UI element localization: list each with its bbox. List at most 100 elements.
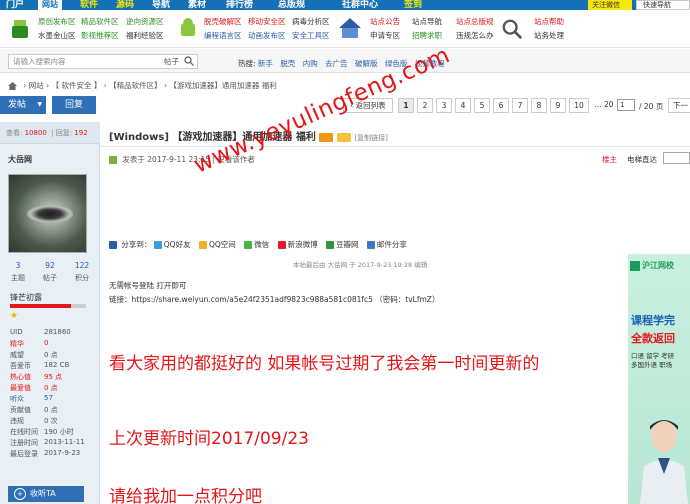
- nav-guide[interactable]: 导航: [152, 0, 170, 10]
- avatar-image: [27, 205, 73, 223]
- link-jinshan[interactable]: 水墨金山区: [38, 30, 76, 41]
- new-post-button[interactable]: 发帖 ▼: [0, 96, 46, 114]
- hot-word[interactable]: 破解版: [355, 59, 378, 68]
- link-apply[interactable]: 申请专区: [370, 30, 400, 41]
- page-link[interactable]: 7: [512, 98, 528, 113]
- house-icon: [339, 18, 361, 38]
- hot-word[interactable]: 内购: [303, 59, 318, 68]
- logo-icon: [630, 260, 640, 271]
- nav-checkin[interactable]: 签到: [404, 0, 422, 10]
- qzone-icon: [198, 241, 207, 249]
- stat-threads[interactable]: 3 主题: [2, 261, 34, 283]
- attachment-icon: [319, 132, 334, 142]
- follow-button[interactable]: + 收听TA: [8, 486, 84, 502]
- share-douban[interactable]: 豆瓣网: [325, 240, 358, 249]
- link-unpack[interactable]: 脱壳破解区: [204, 16, 242, 27]
- copy-link-button[interactable]: [复制链接]: [354, 134, 387, 142]
- page-link[interactable]: 10: [569, 98, 589, 113]
- page-link[interactable]: 5: [474, 98, 490, 113]
- link-animation[interactable]: 动画发布区: [248, 30, 286, 41]
- link-mobile-security[interactable]: 移动安全区: [248, 16, 286, 27]
- ad-headline: 课程学完: [631, 314, 675, 327]
- thread-stats: 查看: 10800 | 回复: 192: [0, 122, 100, 144]
- profile-key: UID: [10, 328, 23, 336]
- ad-headline-2: 全款返回: [631, 332, 675, 345]
- hot-word[interactable]: 去广告: [325, 59, 348, 68]
- hot-word[interactable]: 新手: [258, 59, 273, 68]
- page-link-last[interactable]: ... 20: [592, 98, 616, 113]
- link-announce[interactable]: 站点公告: [370, 16, 400, 27]
- breadcrumb-item[interactable]: 【游戏加速器】通用加速器 福利: [169, 81, 276, 90]
- home-icon[interactable]: [8, 82, 17, 90]
- hot-word[interactable]: 脱壳: [280, 59, 295, 68]
- user-rank[interactable]: 锋芒初露: [10, 292, 42, 303]
- share-weibo[interactable]: 新浪微博: [277, 240, 318, 249]
- share-wechat[interactable]: 微信: [244, 240, 269, 249]
- author-name[interactable]: 大岳网: [8, 154, 32, 165]
- android-icon: [181, 18, 195, 36]
- page-link[interactable]: 8: [531, 98, 547, 113]
- link-violation[interactable]: 违规怎么办: [456, 30, 494, 41]
- page-link[interactable]: 4: [455, 98, 471, 113]
- search-icon[interactable]: [184, 56, 194, 66]
- ad-banner[interactable]: 沪江网校 课程学完 全款返回 口语 留学 考研 多国外语 职场: [628, 254, 690, 504]
- breadcrumb-item[interactable]: 网站: [29, 81, 44, 90]
- nav-ranking[interactable]: 排行榜: [226, 0, 253, 10]
- profile-value: 95 点: [44, 373, 63, 381]
- top-nav: 门户 网站 软件 源码 导航 素材 排行榜 总版规 社群中心 签到 关注微信 快…: [0, 0, 690, 10]
- profile-row: 吾爱币 182 CB: [10, 361, 98, 372]
- post-highlight: 看大家用的都挺好的 如果帐号过期了我会第一时间更新的: [109, 354, 540, 374]
- post-link[interactable]: 链接：https://share.weiyun.com/a5e24f2351ad…: [109, 294, 439, 305]
- link-welfare[interactable]: 福利经验区: [126, 30, 164, 41]
- page-jump-input[interactable]: 1: [617, 99, 635, 111]
- next-page-button[interactable]: 下一: [668, 98, 690, 113]
- nav-rules[interactable]: 总版规: [278, 0, 305, 10]
- link-movies[interactable]: 影视推荐区: [81, 30, 119, 41]
- link-site-rules[interactable]: 站点总版规: [456, 16, 494, 27]
- share-mail[interactable]: 邮件分享: [366, 240, 407, 249]
- profile-value: 0: [44, 339, 49, 347]
- link-boutique[interactable]: 精品软件区: [81, 16, 119, 27]
- stat-points[interactable]: 122 积分: [66, 261, 98, 283]
- link-virus[interactable]: 病毒分析区: [292, 16, 330, 27]
- profile-value: 0 点: [44, 406, 58, 414]
- nav-assets[interactable]: 素材: [188, 0, 206, 10]
- link-tools[interactable]: 安全工具区: [292, 30, 330, 41]
- breadcrumb-item[interactable]: 【 软件安全 】: [52, 81, 102, 90]
- page-total: / 20 页: [639, 102, 664, 111]
- nav-software[interactable]: 软件: [80, 0, 98, 10]
- link-site-nav[interactable]: 站点导航: [412, 16, 442, 27]
- page-link[interactable]: 1: [398, 98, 414, 113]
- share-qzone[interactable]: QQ空间: [198, 240, 236, 249]
- quick-nav-button[interactable]: 快速导航: [636, 0, 690, 10]
- nav-source[interactable]: 源码: [116, 0, 134, 10]
- star-icon: ★: [10, 311, 19, 321]
- link-jobs[interactable]: 招聘求职: [412, 30, 442, 41]
- magnifier-icon: [502, 19, 523, 40]
- search-input[interactable]: 请输入搜索内容 帖子: [8, 54, 198, 69]
- elevator-input[interactable]: [663, 152, 690, 164]
- link-help[interactable]: 站点帮助: [534, 16, 564, 27]
- link-reverse[interactable]: 逆向资源区: [126, 16, 164, 27]
- nav-site[interactable]: 网站: [38, 0, 62, 10]
- heat-icon: [336, 132, 351, 142]
- breadcrumb-item[interactable]: 【精品软件区】: [109, 81, 162, 90]
- link-affairs[interactable]: 站务处理: [534, 30, 564, 41]
- profile-key: 精华: [10, 340, 24, 348]
- share-qq[interactable]: QQ好友: [153, 240, 191, 249]
- link-original[interactable]: 原创发布区: [38, 16, 76, 27]
- stat-posts[interactable]: 92 帖子: [34, 261, 66, 283]
- page-link[interactable]: 2: [417, 98, 433, 113]
- page-link[interactable]: 9: [550, 98, 566, 113]
- reply-button[interactable]: 回复: [52, 96, 96, 114]
- search-scope-select[interactable]: 帖子: [164, 55, 179, 68]
- avatar[interactable]: [8, 174, 87, 253]
- weibo-icon: [277, 241, 286, 249]
- page-link[interactable]: 6: [493, 98, 509, 113]
- profile-value: 0 次: [44, 417, 58, 425]
- nav-community[interactable]: 社群中心: [342, 0, 378, 10]
- follow-wechat-button[interactable]: 关注微信: [588, 0, 632, 10]
- nav-portal[interactable]: 门户: [6, 0, 24, 10]
- page-link[interactable]: 3: [436, 98, 452, 113]
- link-programming[interactable]: 编程语言区: [204, 30, 242, 41]
